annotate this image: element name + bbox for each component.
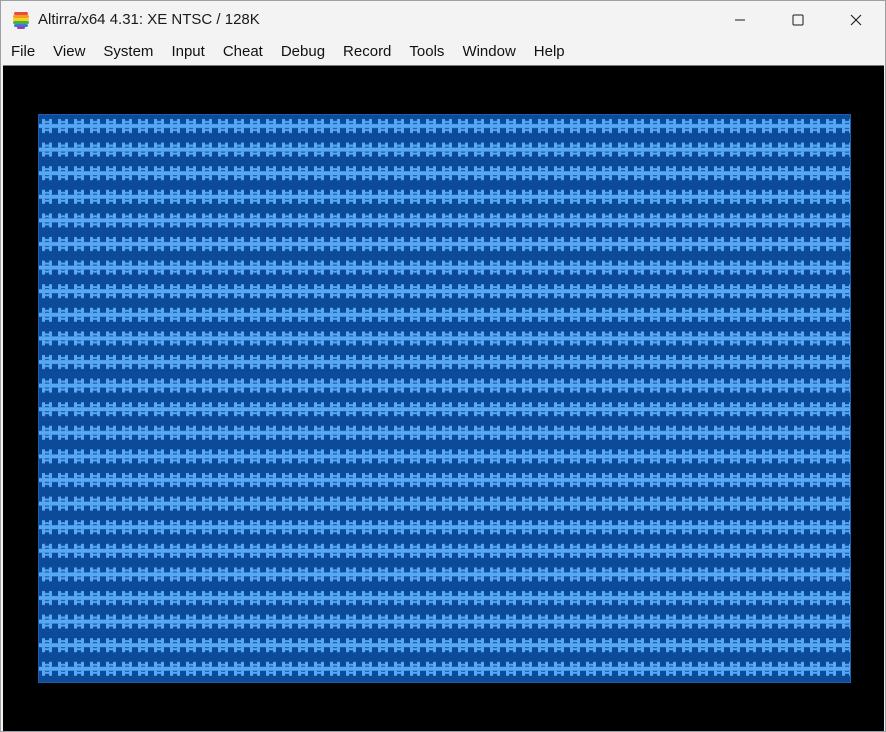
chain-tile-pattern	[39, 115, 850, 682]
menu-cheat[interactable]: Cheat	[214, 39, 272, 64]
altirra-rainbow-logo-icon	[13, 12, 29, 29]
menu-tools[interactable]: Tools	[400, 39, 453, 64]
window-title: Altirra/x64 4.31: XE NTSC / 128K	[38, 11, 260, 28]
close-button[interactable]	[827, 1, 885, 39]
minimize-icon	[735, 19, 745, 21]
maximize-button[interactable]	[769, 1, 827, 39]
emulator-window: Altirra/x64 4.31: XE NTSC / 128K File Vi…	[0, 0, 886, 732]
menu-input[interactable]: Input	[162, 39, 213, 64]
menu-system[interactable]: System	[94, 39, 162, 64]
close-icon	[850, 14, 862, 26]
maximize-icon	[792, 14, 804, 26]
menu-bar: File View System Input Cheat Debug Recor…	[1, 39, 885, 64]
minimize-button[interactable]	[711, 1, 769, 39]
title-bar[interactable]: Altirra/x64 4.31: XE NTSC / 128K	[1, 1, 885, 39]
menu-window[interactable]: Window	[453, 39, 524, 64]
menu-help[interactable]: Help	[525, 39, 574, 64]
menu-debug[interactable]: Debug	[272, 39, 334, 64]
menu-file[interactable]: File	[1, 39, 44, 64]
emulator-display[interactable]	[3, 65, 884, 731]
menu-view[interactable]: View	[44, 39, 94, 64]
atari-playfield	[38, 114, 851, 683]
menu-record[interactable]: Record	[334, 39, 400, 64]
